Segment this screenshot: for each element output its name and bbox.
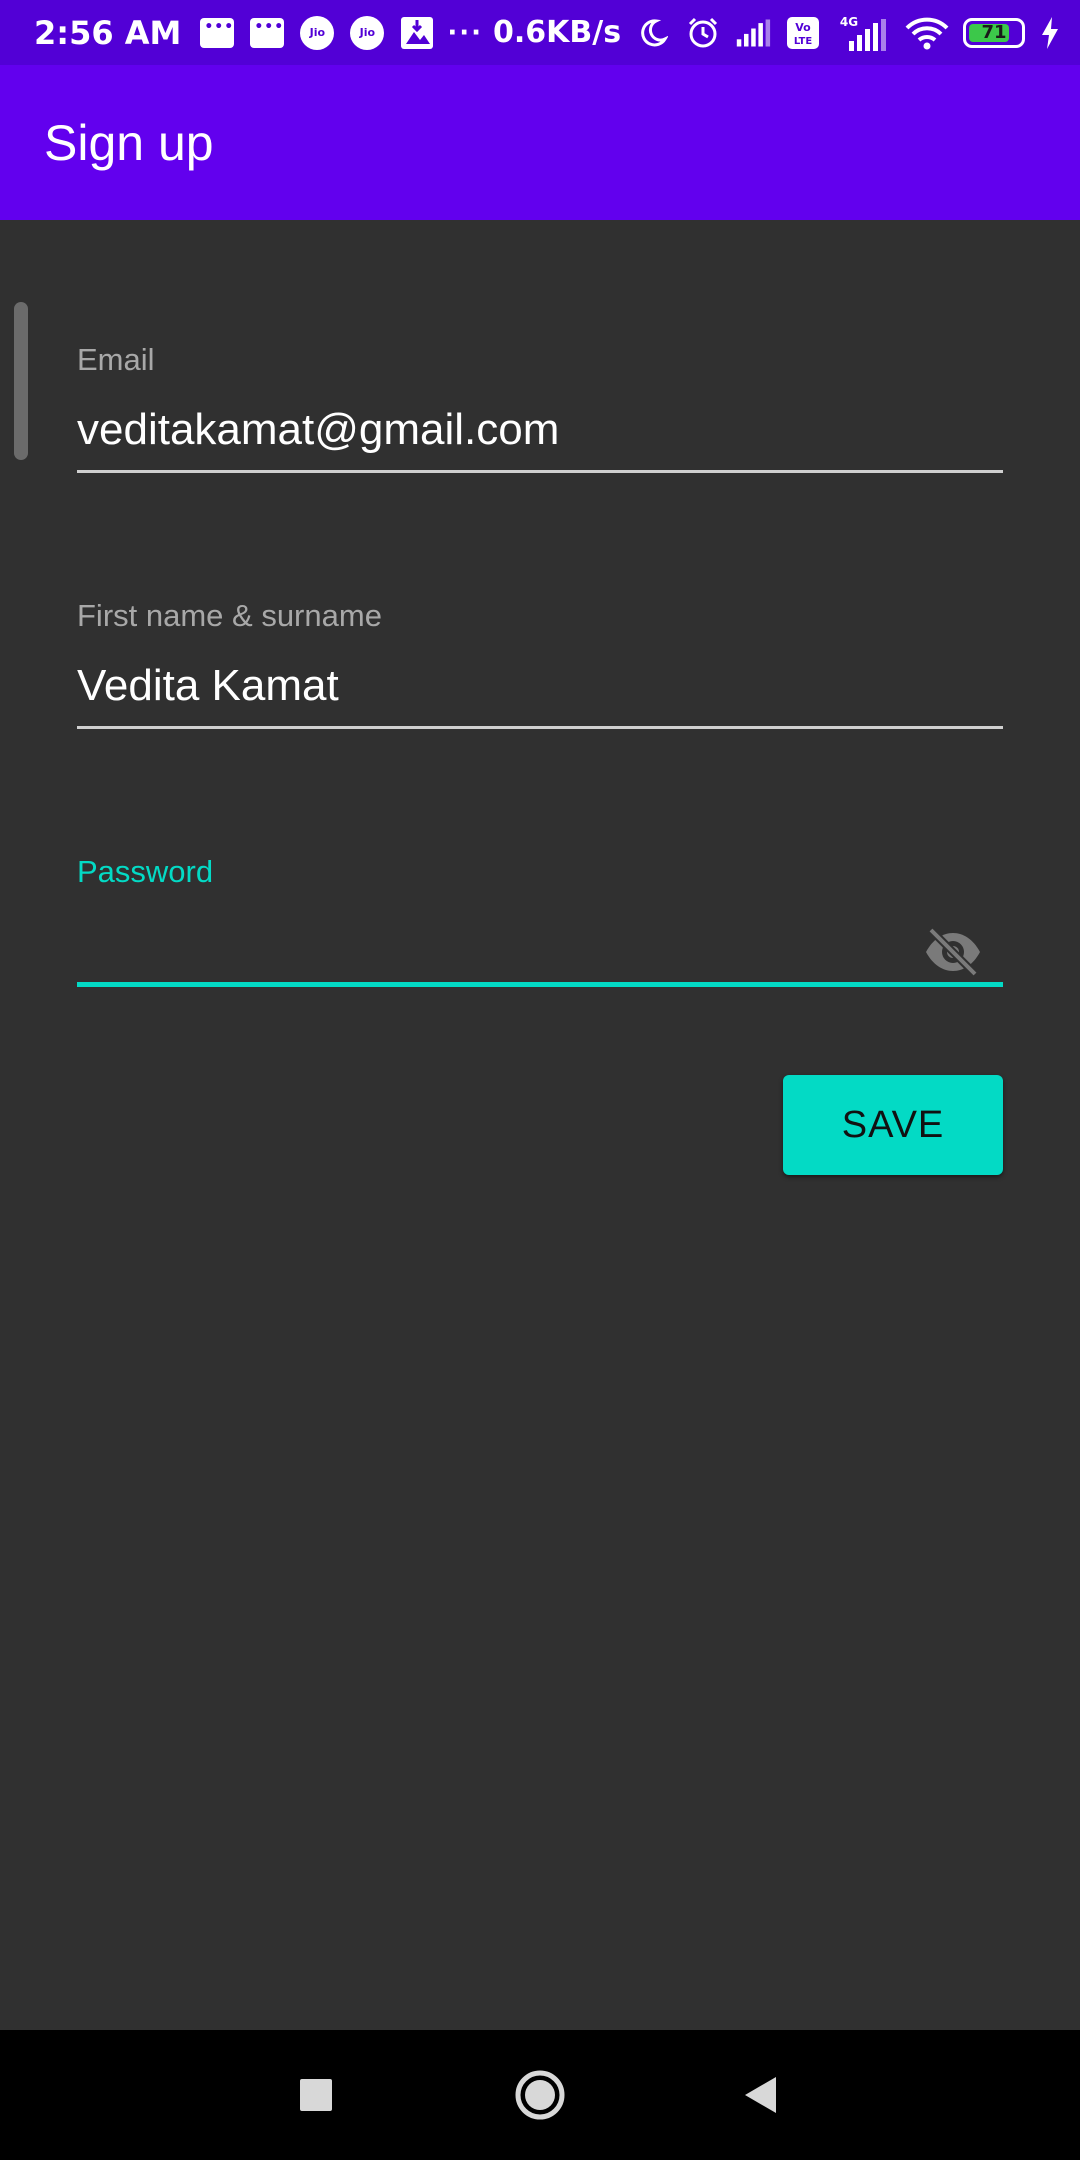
overflow-dots: ··· bbox=[447, 17, 483, 48]
network-speed: 0.6KB/s bbox=[492, 15, 622, 50]
notification-icons: Jio Jio bbox=[199, 15, 435, 51]
password-label: Password bbox=[77, 854, 214, 889]
message-icon bbox=[249, 15, 285, 51]
wifi-icon bbox=[905, 15, 949, 51]
svg-text:Vo: Vo bbox=[795, 21, 811, 34]
recents-icon[interactable] bbox=[256, 2030, 376, 2160]
system-icons: Vo LTE 4G 71 bbox=[635, 15, 1061, 51]
email-field[interactable]: Email veditakamat@gmail.com bbox=[77, 342, 1003, 473]
signal-icon bbox=[735, 15, 771, 51]
scrollbar-thumb[interactable] bbox=[14, 302, 28, 460]
password-field[interactable]: Password bbox=[77, 854, 1003, 987]
password-underline bbox=[77, 982, 1003, 987]
home-icon[interactable] bbox=[480, 2030, 600, 2160]
visibility-off-icon[interactable] bbox=[921, 920, 985, 984]
email-underline bbox=[77, 470, 1003, 473]
save-button[interactable]: SAVE bbox=[783, 1075, 1003, 1175]
name-field[interactable]: First name & surname Vedita Kamat bbox=[77, 598, 1003, 729]
moon-icon bbox=[635, 15, 671, 51]
jio-icon: Jio bbox=[299, 15, 335, 51]
password-input[interactable] bbox=[77, 916, 1003, 968]
volte-icon: Vo LTE bbox=[785, 15, 821, 51]
email-input[interactable]: veditakamat@gmail.com bbox=[77, 404, 1003, 456]
message-icon bbox=[199, 15, 235, 51]
back-icon[interactable] bbox=[700, 2030, 820, 2160]
nav-bar bbox=[0, 2030, 1080, 2160]
name-label: First name & surname bbox=[77, 598, 382, 633]
signal-4g-icon: 4G bbox=[835, 15, 891, 51]
status-time: 2:56 AM bbox=[34, 13, 182, 52]
photo-download-icon bbox=[399, 15, 435, 51]
svg-text:4G: 4G bbox=[840, 15, 858, 29]
charging-icon bbox=[1039, 15, 1061, 51]
alarm-icon bbox=[685, 15, 721, 51]
jio-icon: Jio bbox=[349, 15, 385, 51]
svg-text:LTE: LTE bbox=[794, 36, 813, 47]
battery-icon: 71 bbox=[963, 17, 1026, 48]
name-underline bbox=[77, 726, 1003, 729]
status-bar: 2:56 AM Jio Jio ··· 0.6KB/s Vo LTE 4G bbox=[0, 0, 1080, 65]
app-bar: Sign up bbox=[0, 65, 1080, 220]
name-input[interactable]: Vedita Kamat bbox=[77, 660, 1003, 712]
email-label: Email bbox=[77, 342, 155, 377]
page-title: Sign up bbox=[44, 114, 214, 171]
